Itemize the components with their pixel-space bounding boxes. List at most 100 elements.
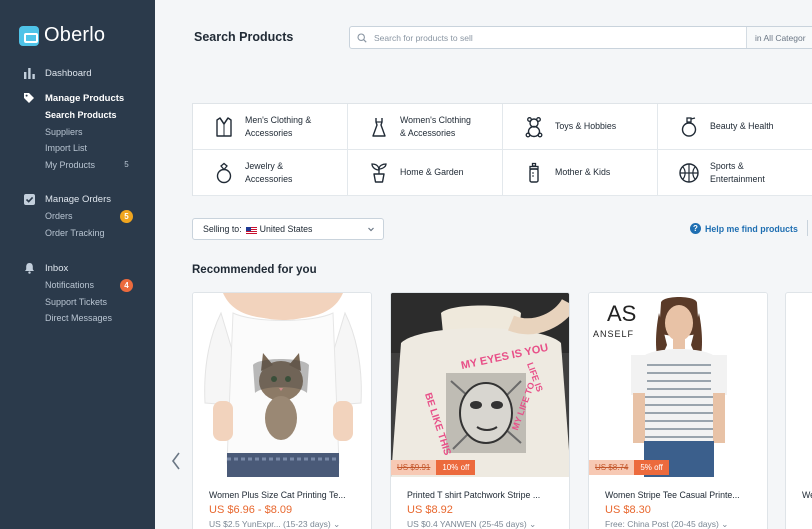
product-title[interactable]: Printed T shirt Patchwork Stripe ... <box>407 490 540 500</box>
product-shipping[interactable]: Free: China Post (20-45 days) ⌄ <box>605 519 728 529</box>
sidebar-item-direct-messages[interactable]: Direct Messages <box>0 310 155 327</box>
category-label: Men's Clothing & Accessories <box>245 114 312 138</box>
nav-inbox-section: Inbox Notifications 4 Support Tickets Dir… <box>0 259 155 327</box>
us-flag-icon <box>245 226 257 234</box>
oberlo-logo[interactable]: Oberlo <box>19 24 105 47</box>
nav-manage-products-label: Manage Products <box>45 92 125 104</box>
chevron-down-icon: ⌄ <box>529 519 537 529</box>
sidebar-item-search-products[interactable]: Search Products <box>0 107 155 124</box>
category-label: Beauty & Health <box>710 121 774 131</box>
product-card[interactable]: Women Plus Size Cat Printing Te... US $6… <box>192 292 372 529</box>
product-title[interactable]: Women Plus Size Cat Printing Te... <box>209 490 346 500</box>
product-image[interactable]: MY EYES IS YOU BE LIKE THIS LIFE IS MY L… <box>391 293 569 477</box>
sidebar-item-label: Search Products <box>45 110 117 121</box>
dress-icon <box>368 116 390 138</box>
category-toys-hobbies[interactable]: Toys & Hobbies <box>503 104 658 150</box>
selling-to-country: United States <box>259 224 313 234</box>
help-find-products-link[interactable]: ? Help me find products <box>690 223 798 234</box>
category-label: Sports & Entertainment <box>710 160 765 184</box>
product-price: US $8.92 <box>407 504 453 516</box>
selling-to-select[interactable]: Selling to: United States <box>192 218 384 240</box>
sidebar-item-label: Suppliers <box>45 126 83 137</box>
product-shipping[interactable]: US $0.4 YANWEN (25-45 days) ⌄ <box>407 519 536 529</box>
sidebar-item-my-products[interactable]: My Products 5 <box>0 157 155 174</box>
teddy-bear-icon <box>523 116 545 138</box>
notifications-badge: 4 <box>120 278 133 292</box>
product-card[interactable]: AS ANSELF US $8.74 5% off Women Stripe T… <box>588 292 768 529</box>
divider <box>807 220 808 236</box>
brand-name: ANSELF <box>593 329 634 339</box>
nav-manage-orders[interactable]: Manage Orders <box>0 190 155 208</box>
sidebar-item-label: My Products <box>45 159 96 170</box>
tag-icon <box>23 92 35 104</box>
discount-label: US $8.74 5% off <box>589 460 669 475</box>
sidebar-item-import-list[interactable]: Import List <box>0 140 155 157</box>
question-icon: ? <box>690 223 701 234</box>
checkbox-icon <box>23 193 35 205</box>
product-card[interactable]: MY EYES IS YOU BE LIKE THIS LIFE IS MY L… <box>390 292 570 529</box>
nav-inbox[interactable]: Inbox <box>0 259 155 277</box>
product-card-partial[interactable]: We <box>785 292 812 529</box>
nav-dashboard[interactable]: Dashboard <box>0 64 155 82</box>
category-label: Jewelry & Accessories <box>245 160 293 184</box>
sidebar-item-label: Support Tickets <box>45 296 108 307</box>
ball-icon <box>678 162 700 184</box>
oberlo-logo-icon <box>19 25 39 46</box>
chevron-down-icon: ⌄ <box>721 519 729 529</box>
sidebar-item-label: Import List <box>45 143 88 154</box>
category-mens-clothing[interactable]: Men's Clothing & Accessories <box>193 104 348 150</box>
category-home-garden[interactable]: Home & Garden <box>348 150 503 196</box>
discount-label: US $9.91 10% off <box>391 460 476 475</box>
sidebar-item-suppliers[interactable]: Suppliers <box>0 124 155 141</box>
search-bar: in All Categor <box>349 26 812 49</box>
product-price: US $6.96 - $8.09 <box>209 504 293 516</box>
sidebar-item-notifications[interactable]: Notifications 4 <box>0 277 155 294</box>
nav-products-section: Manage Products Search Products Supplier… <box>0 89 155 173</box>
nav-inbox-label: Inbox <box>45 262 69 274</box>
ring-icon <box>213 162 235 184</box>
nav-orders-section: Manage Orders Orders 5 Order Tracking <box>0 190 155 241</box>
category-womens-clothing[interactable]: Women's Clothing & Accessories <box>348 104 503 150</box>
shipping-text: Free: China Post (20-45 days) <box>605 519 719 529</box>
product-title: We <box>802 490 812 500</box>
nav-manage-orders-label: Manage Orders <box>45 193 112 205</box>
product-image[interactable] <box>193 293 371 477</box>
carousel-prev-icon[interactable] <box>170 450 182 477</box>
shipping-text: US $2.5 YunExpr... (15-23 days) <box>209 519 331 529</box>
my-products-count: 5 <box>124 160 129 170</box>
help-label: Help me find products <box>705 223 798 234</box>
category-beauty-health[interactable]: Beauty & Health <box>658 104 812 150</box>
product-shipping[interactable]: US $2.5 YunExpr... (15-23 days) ⌄ <box>209 519 340 529</box>
category-jewelry[interactable]: Jewelry & Accessories <box>193 150 348 196</box>
search-input[interactable] <box>374 32 744 43</box>
product-title[interactable]: Women Stripe Tee Casual Printe... <box>605 490 740 500</box>
shipping-text: US $0.4 YANWEN (25-45 days) <box>407 519 527 529</box>
nav-dashboard-label: Dashboard <box>45 67 92 79</box>
orders-badge: 5 <box>120 209 133 223</box>
search-icon <box>350 32 374 43</box>
recommended-title: Recommended for you <box>192 264 317 276</box>
perfume-icon <box>678 116 700 138</box>
category-sports[interactable]: Sports & Entertainment <box>658 150 812 196</box>
sidebar-item-support-tickets[interactable]: Support Tickets <box>0 294 155 311</box>
category-mother-kids[interactable]: Mother & Kids <box>503 150 658 196</box>
product-price: US $8.30 <box>605 504 651 516</box>
category-label: Home & Garden <box>400 167 464 177</box>
sidebar-item-label: Orders <box>45 211 73 222</box>
sidebar-item-label: Notifications <box>45 280 95 291</box>
category-label: Mother & Kids <box>555 167 611 177</box>
selling-to-label: Selling to: <box>203 224 242 234</box>
sidebar-item-label: Order Tracking <box>45 227 105 238</box>
sidebar-item-orders[interactable]: Orders 5 <box>0 208 155 225</box>
chevron-down-icon <box>367 225 375 235</box>
category-label: Toys & Hobbies <box>555 121 617 131</box>
sidebar-item-order-tracking[interactable]: Order Tracking <box>0 225 155 242</box>
shirt-icon <box>213 116 235 138</box>
category-select[interactable]: in All Categor <box>746 27 812 48</box>
sidebar-item-label: Direct Messages <box>45 313 113 324</box>
brand-mark: AS <box>607 301 636 326</box>
nav-manage-products[interactable]: Manage Products <box>0 89 155 107</box>
old-price: US $8.74 <box>589 460 635 475</box>
old-price: US $9.91 <box>391 460 437 475</box>
product-image[interactable]: AS ANSELF <box>589 293 767 477</box>
